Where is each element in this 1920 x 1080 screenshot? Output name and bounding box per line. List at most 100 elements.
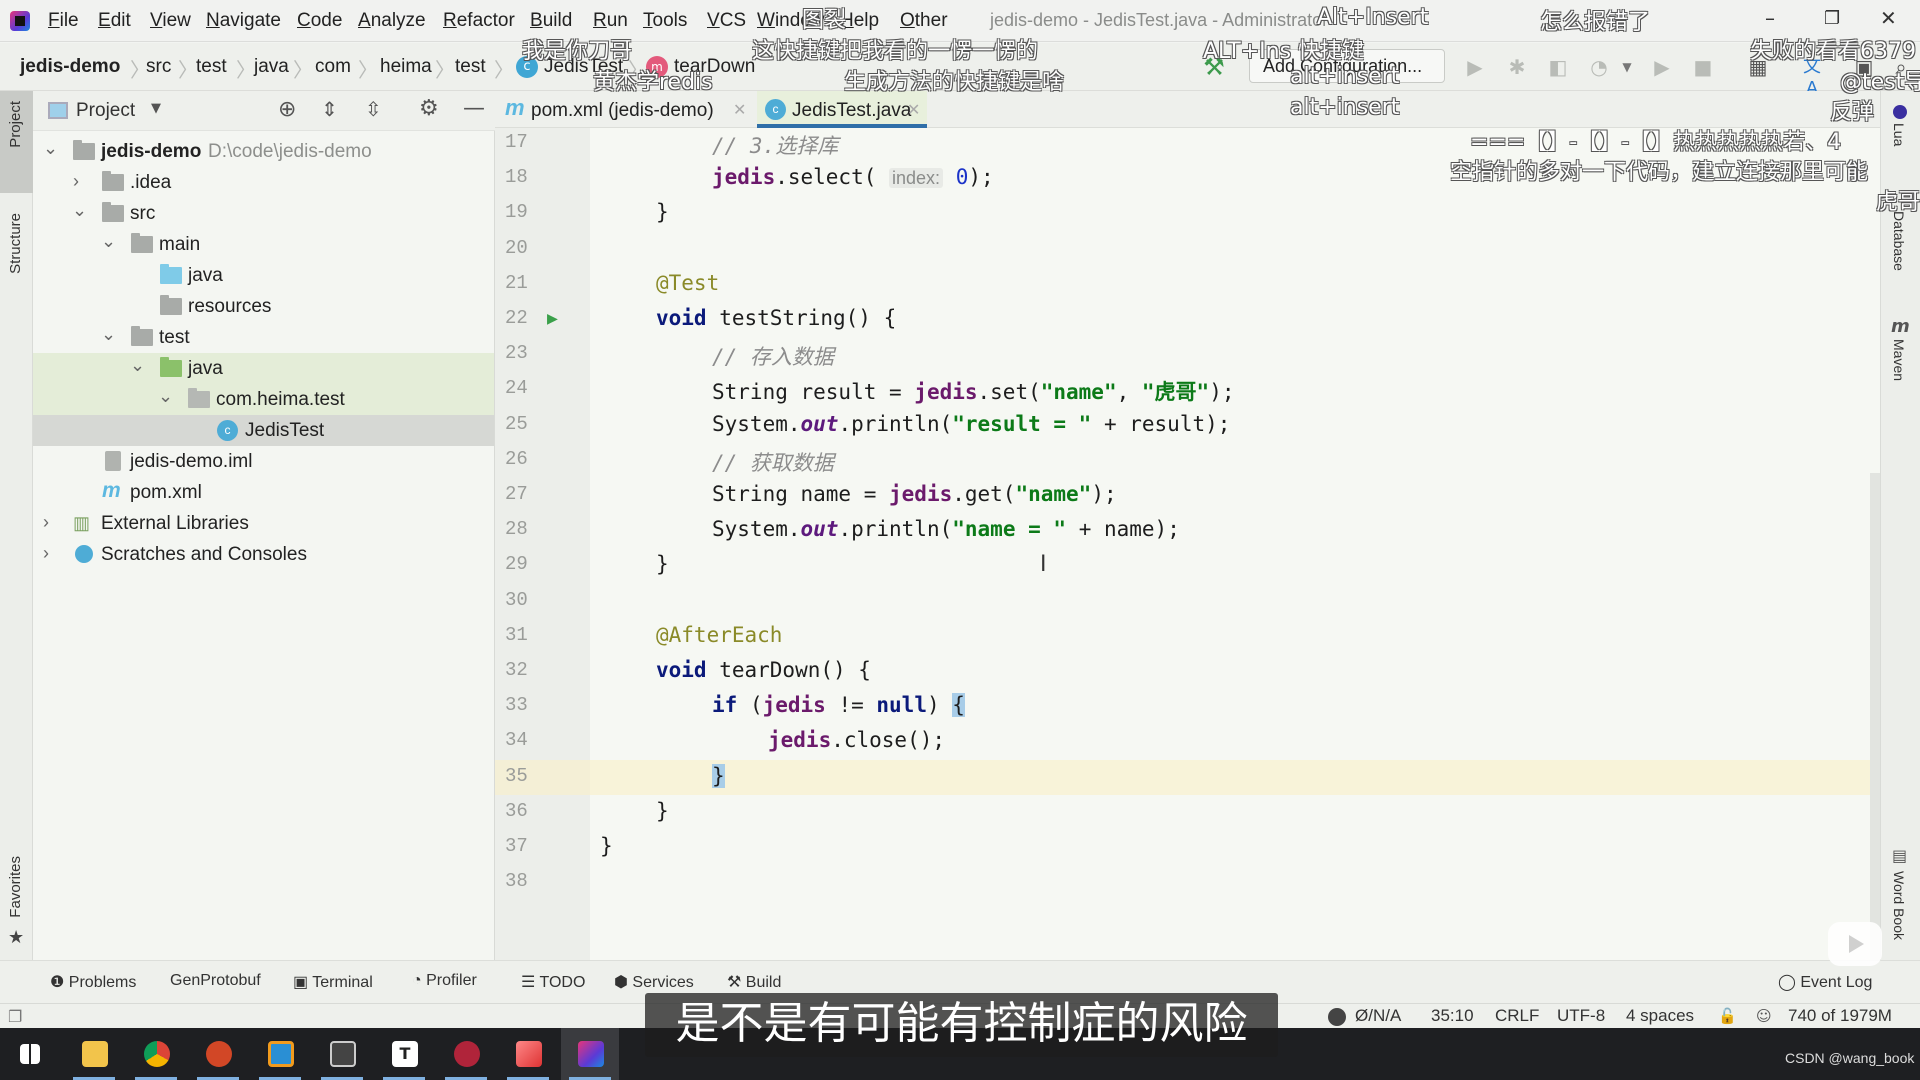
- expand-all-icon[interactable]: ⇕: [321, 97, 338, 121]
- editor-scrollbar[interactable]: [1870, 473, 1880, 960]
- chevron-down-icon[interactable]: ⌄: [101, 231, 116, 252]
- code-editor[interactable]: 17// 3.选择库 18 jedis.select( index: 0); 19} 2…: [495, 128, 1880, 960]
- code-line[interactable]: 24 String result = jedis.set("name", "虎哥"…: [495, 372, 1880, 407]
- tree-item-resources[interactable]: resources: [33, 291, 494, 322]
- code-line[interactable]: 31 @AfterEach: [495, 619, 1880, 654]
- tree-item-src[interactable]: ⌄ src: [33, 198, 494, 229]
- tree-item-package[interactable]: ⌄ com.heima.test: [33, 384, 494, 415]
- chevron-right-icon[interactable]: ›: [43, 512, 49, 533]
- file-explorer-icon[interactable]: [65, 1028, 123, 1080]
- restore-button[interactable]: ❐: [1824, 8, 1840, 29]
- tree-item-pom[interactable]: m pom.xml: [33, 477, 494, 508]
- breadcrumb-com[interactable]: com: [315, 56, 351, 78]
- code-line[interactable]: 30: [495, 584, 1880, 619]
- tool-terminal[interactable]: ▣ Terminal: [293, 972, 373, 992]
- breadcrumb-test[interactable]: test: [196, 56, 227, 78]
- menu-code[interactable]: Code: [297, 10, 342, 32]
- code-line[interactable]: 20: [495, 232, 1880, 267]
- chevron-down-icon[interactable]: ⌄: [130, 355, 145, 376]
- stop-icon[interactable]: ■: [1692, 56, 1714, 78]
- intellij-icon[interactable]: [561, 1028, 619, 1080]
- tool-event-log[interactable]: ◯ Event Log: [1778, 972, 1872, 992]
- toggle-tool-windows-icon[interactable]: ❐: [8, 1007, 22, 1026]
- code-line[interactable]: 28 System.out.println("name = " + name);: [495, 513, 1880, 548]
- menu-refactor[interactable]: Refactor: [443, 10, 515, 32]
- memory-indicator[interactable]: 740 of 1979M: [1788, 1006, 1892, 1026]
- run-test-gutter-icon[interactable]: ▶: [547, 308, 558, 329]
- caret-position[interactable]: 35:10: [1431, 1006, 1474, 1026]
- vcs-status[interactable]: Ø/N/A: [1355, 1006, 1401, 1026]
- code-line[interactable]: 33 if (jedis != null) {: [495, 689, 1880, 724]
- file-encoding[interactable]: UTF-8: [1557, 1006, 1605, 1026]
- tab-pom-xml[interactable]: m pom.xml (jedis-demo) ✕: [505, 91, 755, 128]
- chevron-down-icon[interactable]: ⌄: [158, 386, 173, 407]
- redis-desktop-icon[interactable]: [437, 1028, 495, 1080]
- code-line[interactable]: 37}: [495, 830, 1880, 865]
- tool-problems[interactable]: ❶ Problems: [50, 972, 136, 992]
- menu-run[interactable]: Run: [593, 10, 628, 32]
- code-line[interactable]: 34 jedis.close();: [495, 724, 1880, 759]
- tree-item-main[interactable]: ⌄ main: [33, 229, 494, 260]
- line-separator[interactable]: CRLF: [1495, 1006, 1539, 1026]
- breadcrumb-src[interactable]: src: [146, 56, 171, 78]
- tool-tab-structure[interactable]: Structure: [7, 213, 24, 274]
- tree-item-jedistest[interactable]: c JedisTest: [33, 415, 494, 446]
- tree-item-scratches[interactable]: › Scratches and Consoles: [33, 539, 494, 570]
- breadcrumb-test-pkg[interactable]: test: [455, 56, 486, 78]
- chrome-icon[interactable]: [127, 1028, 185, 1080]
- tool-genprotobuf[interactable]: GenProtobuf: [170, 972, 261, 990]
- tree-item-test[interactable]: ⌄ test: [33, 322, 494, 353]
- code-line[interactable]: 35}: [495, 759, 1880, 795]
- code-line[interactable]: 26 // 获取数据: [495, 443, 1880, 478]
- menu-tools[interactable]: Tools: [643, 10, 687, 32]
- run-any-icon[interactable]: ▶: [1651, 56, 1673, 78]
- code-line[interactable]: 19}: [495, 196, 1880, 231]
- chevron-right-icon[interactable]: ›: [73, 171, 79, 192]
- tool-todo[interactable]: ☰ TODO: [521, 972, 585, 992]
- menu-navigate[interactable]: Navigate: [206, 10, 281, 32]
- dropdown-icon[interactable]: ▼: [1616, 56, 1638, 78]
- locate-file-icon[interactable]: ⊕: [278, 97, 296, 122]
- tool-profiler[interactable]: ◔ Profiler: [412, 972, 477, 990]
- tool-tab-maven[interactable]: Maven: [1891, 339, 1907, 381]
- code-line[interactable]: 22 ▶ void testString() {: [495, 302, 1880, 337]
- powerpoint-icon[interactable]: [189, 1028, 247, 1080]
- menu-build[interactable]: Build: [530, 10, 572, 32]
- breadcrumb-heima[interactable]: heima: [380, 56, 432, 78]
- breadcrumb-java[interactable]: java: [254, 56, 289, 78]
- close-tab-icon[interactable]: ✕: [907, 100, 920, 120]
- coverage-icon[interactable]: ◧: [1547, 56, 1569, 78]
- menu-edit[interactable]: Edit: [98, 10, 131, 32]
- windows-start-icon[interactable]: [0, 1028, 58, 1080]
- terminal-app-icon[interactable]: [313, 1028, 371, 1080]
- menu-other[interactable]: Other: [900, 10, 948, 32]
- tree-item-idea[interactable]: › .idea: [33, 167, 494, 198]
- hide-panel-icon[interactable]: —: [463, 96, 485, 121]
- typora-icon[interactable]: T: [375, 1028, 433, 1080]
- code-line[interactable]: 27 String name = jedis.get("name");: [495, 478, 1880, 513]
- chevron-down-icon[interactable]: ⌄: [72, 200, 87, 221]
- code-line[interactable]: 32 void tearDown() {: [495, 654, 1880, 689]
- tab-jedistest-java[interactable]: c JedisTest.java ✕: [757, 91, 927, 128]
- tool-tab-database[interactable]: Database: [1891, 211, 1907, 271]
- chevron-down-icon[interactable]: ⌄: [43, 138, 58, 159]
- project-view-title[interactable]: Project: [76, 100, 135, 122]
- chevron-down-icon[interactable]: ▼: [151, 101, 161, 116]
- close-window-button[interactable]: ✕: [1880, 6, 1897, 30]
- tool-tab-lua[interactable]: Lua: [1891, 123, 1907, 146]
- eraser-app-icon[interactable]: [499, 1028, 557, 1080]
- code-line[interactable]: 23 // 存入数据: [495, 337, 1880, 372]
- tree-item-main-java[interactable]: java: [33, 260, 494, 291]
- tool-services[interactable]: ⬢ Services: [614, 972, 694, 992]
- tree-item-iml[interactable]: jedis-demo.iml: [33, 446, 494, 477]
- minimize-button[interactable]: –: [1765, 6, 1775, 30]
- menu-vcs[interactable]: VCS: [707, 10, 746, 32]
- collapse-all-icon[interactable]: ⇳: [365, 97, 382, 121]
- tool-tab-favorites[interactable]: Favorites: [7, 856, 24, 918]
- indent-setting[interactable]: 4 spaces: [1626, 1006, 1694, 1026]
- code-line[interactable]: 36}: [495, 795, 1880, 830]
- tool-tab-word-book[interactable]: Word Book: [1891, 871, 1907, 940]
- breadcrumb-project[interactable]: jedis-demo: [20, 56, 120, 78]
- tool-build[interactable]: ⚒ Build: [727, 972, 781, 992]
- gear-icon[interactable]: ⚙: [419, 96, 439, 121]
